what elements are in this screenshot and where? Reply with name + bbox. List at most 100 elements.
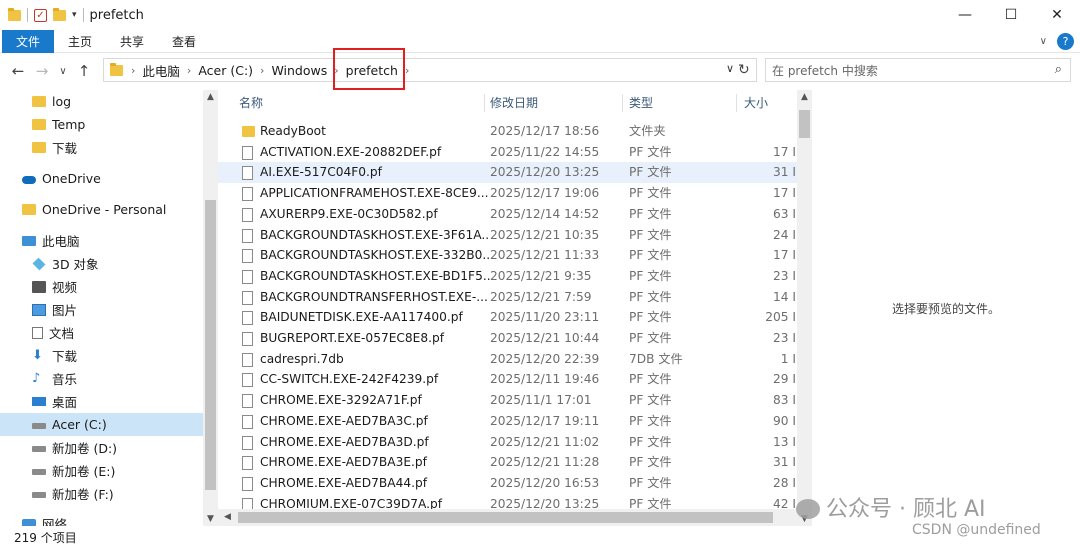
file-row[interactable]: BACKGROUNDTASKHOST.EXE-BD1F5... 2025/12/2…	[218, 266, 812, 287]
nav-scrollbar[interactable]: ▲ ▼	[203, 90, 218, 526]
nav-item-drive-f[interactable]: 新加卷 (F:)	[32, 482, 114, 505]
chevron-right-icon[interactable]: ›	[129, 64, 137, 77]
file-row[interactable]: CHROME.EXE-3292A71F.pf 2025/11/1 17:01 PF …	[218, 390, 812, 411]
refresh-icon[interactable]: ↻	[738, 62, 750, 78]
breadcrumb-drive-c[interactable]: Acer (C:)	[193, 63, 258, 78]
file-name: BUGREPORT.EXE-057EC8E8.pf	[260, 331, 445, 345]
file-size: 90 I	[773, 413, 796, 428]
search-input[interactable]: 在 prefetch 中搜索 ⌕	[765, 58, 1071, 82]
chevron-right-icon[interactable]: ›	[185, 64, 193, 77]
watermark-wechat: 公众号 · 顾北 AI	[796, 491, 986, 523]
file-row[interactable]: BAIDUNETDISK.EXE-AA117400.pf 2025/11/20 2…	[218, 307, 812, 328]
file-list-scrollbar[interactable]: ▲ ▼	[797, 90, 812, 526]
file-icon	[242, 476, 253, 491]
nav-item-drive-c[interactable]: Acer (C:)	[0, 413, 203, 436]
scrollbar-thumb[interactable]	[799, 110, 810, 138]
nav-item-this-pc[interactable]: 此电脑	[22, 229, 80, 252]
file-row[interactable]: BUGREPORT.EXE-057EC8E8.pf 2025/12/21 10:4…	[218, 328, 812, 349]
nav-item-drive-e[interactable]: 新加卷 (E:)	[32, 459, 115, 482]
address-bar[interactable]: › 此电脑 › Acer (C:) › Windows › prefetch ›…	[103, 58, 757, 82]
file-row[interactable]: ACTIVATION.EXE-20882DEF.pf 2025/11/22 14:…	[218, 142, 812, 163]
nav-item-onedrive-personal[interactable]: OneDrive - Personal	[22, 198, 166, 221]
nav-item-documents[interactable]: 文档	[32, 321, 74, 344]
drive-icon	[32, 492, 46, 498]
file-row[interactable]: AI.EXE-517C04F0.pf 2025/12/20 13:25 PF 文件 3…	[218, 162, 812, 184]
horizontal-scrollbar[interactable]: ◀	[218, 509, 798, 526]
file-row[interactable]: CC-SWITCH.EXE-242F4239.pf 2025/12/11 19:4…	[218, 369, 812, 390]
scrollbar-thumb[interactable]	[205, 200, 216, 490]
file-row[interactable]: CHROME.EXE-AED7BA3D.pf 2025/12/21 11:02 PF…	[218, 432, 812, 453]
nav-item-pictures[interactable]: 图片	[32, 298, 77, 321]
scroll-up-arrow-icon[interactable]: ▲	[797, 92, 812, 102]
recent-locations-button[interactable]: ∨	[54, 66, 72, 77]
column-divider[interactable]	[484, 94, 485, 112]
file-row[interactable]: ReadyBoot 2025/12/17 18:56 文件夹	[218, 121, 812, 142]
nav-item-temp[interactable]: Temp	[32, 113, 85, 136]
file-row[interactable]: CHROME.EXE-AED7BA3C.pf 2025/12/17 19:11 PF…	[218, 411, 812, 432]
breadcrumb-this-pc[interactable]: 此电脑	[137, 61, 185, 80]
scroll-down-arrow-icon[interactable]: ▼	[203, 514, 218, 524]
file-size: 23 I	[773, 268, 796, 283]
file-icon	[242, 352, 253, 367]
nav-item-music[interactable]: ♪ 音乐	[32, 367, 77, 390]
file-row[interactable]: BACKGROUNDTASKHOST.EXE-332B0... 2025/12/2…	[218, 245, 812, 266]
nav-item-label: 网络	[42, 517, 68, 526]
up-button[interactable]: ↑	[72, 62, 96, 80]
maximize-button[interactable]: ☐	[988, 0, 1034, 30]
file-row[interactable]: APPLICATIONFRAMEHOST.EXE-8CE9... 2025/12/…	[218, 183, 812, 204]
file-name: APPLICATIONFRAMEHOST.EXE-8CE9...	[260, 186, 489, 201]
nav-item-log[interactable]: log	[32, 90, 71, 113]
help-icon[interactable]: ?	[1057, 33, 1074, 50]
search-icon[interactable]: ⌕	[1055, 62, 1062, 77]
file-row[interactable]: CHROME.EXE-AED7BA3E.pf 2025/12/21 11:28 PF…	[218, 452, 812, 473]
tab-file[interactable]: 文件	[2, 29, 55, 53]
address-dropdown-icon[interactable]: ∨	[726, 62, 734, 75]
nav-item-onedrive[interactable]: OneDrive	[22, 167, 101, 190]
tab-home[interactable]: 主页	[54, 30, 106, 53]
file-date: 2025/12/11 19:46	[490, 372, 600, 387]
scroll-up-arrow-icon[interactable]: ▲	[203, 92, 218, 102]
column-header-name[interactable]: 名称	[239, 90, 263, 114]
column-header-size[interactable]: 大小	[744, 90, 768, 114]
chevron-right-icon[interactable]: ›	[258, 64, 266, 77]
expand-ribbon-icon[interactable]: ∨	[1040, 36, 1047, 47]
nav-item-3d-objects[interactable]: 3D 对象	[32, 252, 99, 275]
file-row[interactable]: cadrespri.7db 2025/12/20 22:39 7DB 文件 1 I	[218, 349, 812, 370]
file-row[interactable]: BACKGROUNDTASKHOST.EXE-3F61A... 2025/12/2…	[218, 225, 812, 246]
nav-item-drive-d[interactable]: 新加卷 (D:)	[32, 436, 117, 459]
document-icon	[32, 326, 43, 339]
column-header-date[interactable]: 修改日期	[490, 90, 538, 114]
forward-button[interactable]: →	[30, 62, 54, 80]
column-divider[interactable]	[736, 94, 737, 112]
file-row[interactable]: CHROME.EXE-AED7BA44.pf 2025/12/20 16:53 PF…	[218, 473, 812, 494]
file-icon	[242, 373, 253, 388]
customize-quick-access-icon[interactable]: ▾	[72, 10, 77, 20]
column-header-type[interactable]: 类型	[629, 90, 653, 114]
address-row: ← → ∨ ↑ › 此电脑 › Acer (C:) › Windows › pr…	[0, 56, 1080, 86]
file-type: 文件夹	[629, 124, 666, 138]
nav-item-desktop[interactable]: 桌面	[32, 390, 77, 413]
new-folder-icon[interactable]	[53, 7, 66, 21]
close-button[interactable]: ✕	[1034, 0, 1080, 30]
file-type: PF 文件	[629, 372, 672, 387]
file-date: 2025/11/1 17:01	[490, 393, 592, 408]
minimize-button[interactable]: —	[942, 0, 988, 30]
file-name: BACKGROUNDTASKHOST.EXE-3F61A...	[260, 227, 490, 242]
nav-item-videos[interactable]: 视频	[32, 275, 77, 298]
scrollbar-thumb[interactable]	[238, 512, 773, 523]
scroll-left-arrow-icon[interactable]: ◀	[220, 512, 235, 522]
file-size: 28 I	[773, 475, 796, 490]
breadcrumb-windows[interactable]: Windows	[266, 63, 332, 78]
tab-view[interactable]: 查看	[158, 30, 210, 53]
tab-share[interactable]: 共享	[106, 30, 158, 53]
properties-icon[interactable]: ✓	[34, 8, 47, 22]
nav-item-downloads[interactable]: ⬇ 下载	[32, 344, 77, 367]
file-type: PF 文件	[629, 227, 672, 242]
column-divider[interactable]	[622, 94, 623, 112]
nav-item-network[interactable]: 网络	[22, 512, 67, 526]
nav-item-downloads-folder[interactable]: 下载	[32, 136, 77, 159]
file-row[interactable]: AXURERP9.EXE-0C30D582.pf 2025/12/14 14:52…	[218, 204, 812, 225]
divider	[82, 8, 84, 22]
back-button[interactable]: ←	[6, 62, 30, 80]
file-row[interactable]: BACKGROUNDTRANSFERHOST.EXE-... 2025/12/21…	[218, 287, 812, 308]
